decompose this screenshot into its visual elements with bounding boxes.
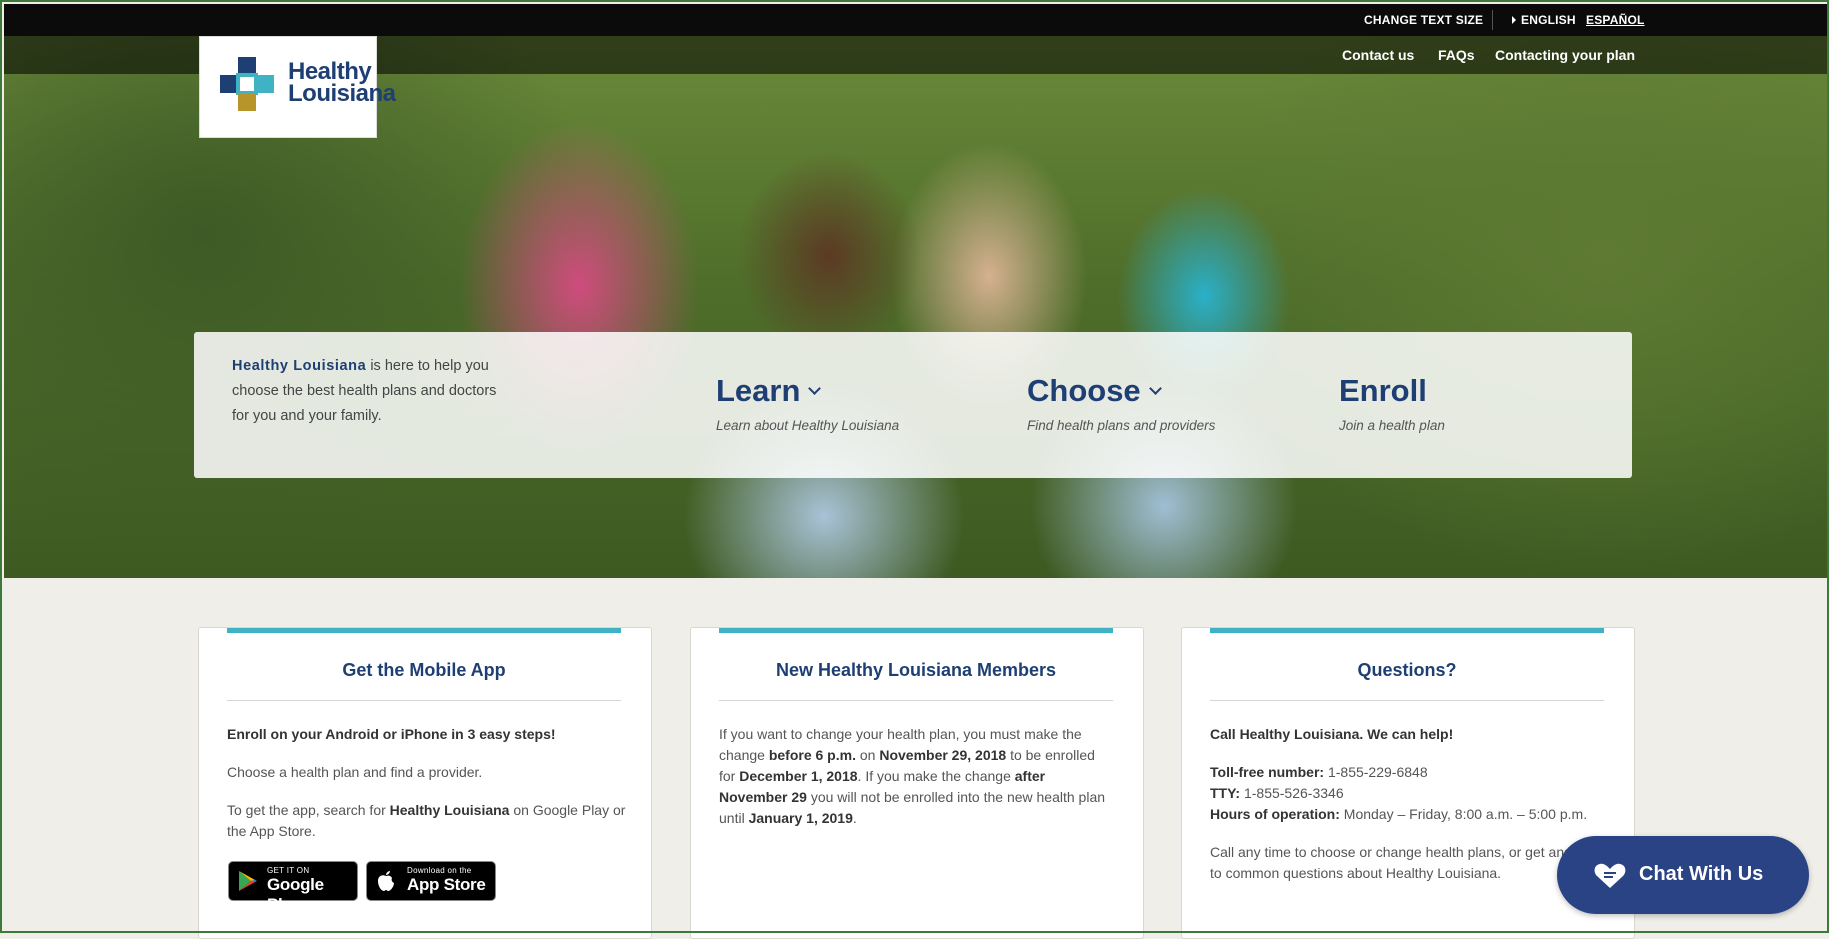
app-store-badge[interactable]: Download on the App Store (366, 861, 496, 901)
card-title: New Healthy Louisiana Members (775, 660, 1057, 680)
nav-contacting-your-plan[interactable]: Contacting your plan (1495, 47, 1635, 63)
mobile-app-intro: Enroll on your Android or iPhone in 3 ea… (227, 726, 556, 742)
card-title: Get the Mobile App (342, 660, 506, 680)
google-play-icon (239, 871, 257, 891)
change-text-size-link[interactable]: CHANGE TEXT SIZE (1364, 13, 1483, 27)
card-body: If you want to change your health plan, … (719, 724, 1115, 846)
card-title: Questions? (1357, 660, 1457, 680)
chat-label: Chat With Us (1639, 863, 1764, 885)
chevron-down-icon (1148, 382, 1162, 395)
app-store-small-text: Download on the (407, 866, 472, 875)
panel-intro-text: Healthy Louisiana is here to help you ch… (232, 354, 502, 429)
new-members-text: If you want to change your health plan, … (719, 726, 1106, 826)
step-learn-subtitle: Learn about Healthy Louisiana (716, 418, 900, 433)
card-divider (719, 700, 1113, 701)
caret-right-icon (1512, 16, 1516, 24)
heart-chat-icon (1594, 863, 1626, 888)
utility-bar: CHANGE TEXT SIZE ENGLISH ESPAÑOL (4, 4, 1827, 36)
nav-faqs[interactable]: FAQs (1438, 47, 1475, 63)
healthy-louisiana-cross-icon (220, 57, 274, 111)
nav-contact-us[interactable]: Contact us (1342, 47, 1414, 63)
card-body: Call Healthy Louisiana. We can help! Tol… (1210, 724, 1610, 901)
card-mobile-app: Get the Mobile App Enroll on your Androi… (198, 627, 652, 939)
questions-help-text: Call any time to choose or change health… (1210, 844, 1601, 881)
tty-number[interactable]: 1-855-526-3346 (1240, 785, 1344, 801)
google-play-small-text: GET IT ON (267, 866, 310, 875)
card-accent-bar (1210, 628, 1604, 633)
questions-call: Call Healthy Louisiana. We can help! (1210, 726, 1454, 742)
card-body: Enroll on your Android or iPhone in 3 ea… (227, 724, 627, 859)
site-logo[interactable]: Healthy Louisiana (199, 36, 396, 138)
step-enroll-subtitle: Join a health plan (1339, 418, 1445, 433)
card-divider (1210, 700, 1604, 701)
hero-banner: Contact us FAQs Contacting your plan Hea… (4, 36, 1827, 578)
chevron-down-icon (808, 382, 822, 395)
card-accent-bar (719, 628, 1113, 633)
logo-line-2: Louisiana (288, 80, 396, 107)
step-choose-title: Choose (1027, 373, 1141, 408)
step-choose[interactable]: Choose Find health plans and providers (1027, 373, 1216, 434)
language-espanol-link[interactable]: ESPAÑOL (1586, 13, 1645, 27)
tollfree-number[interactable]: 1-855-229-6848 (1324, 764, 1428, 780)
step-choose-subtitle: Find health plans and providers (1027, 418, 1216, 433)
card-divider (227, 700, 621, 701)
step-enroll-title: Enroll (1339, 373, 1427, 408)
apple-icon (378, 871, 394, 891)
app-store-big-text: App Store (407, 875, 486, 894)
chat-with-us-button[interactable]: Chat With Us (1557, 836, 1809, 914)
google-play-badge[interactable]: GET IT ON Google Play (228, 861, 358, 914)
google-play-big-text: Google Play (267, 875, 324, 914)
contact-details: Toll-free number: 1-855-229-6848 TTY: 1-… (1210, 764, 1588, 822)
step-learn-title: Learn (716, 373, 801, 408)
intro-brand: Healthy Louisiana (232, 358, 367, 374)
logo-wordmark: Healthy Louisiana (288, 60, 396, 107)
step-learn[interactable]: Learn Learn about Healthy Louisiana (716, 373, 900, 434)
card-accent-bar (227, 628, 621, 633)
utility-divider (1492, 10, 1493, 30)
hero-info-panel: Healthy Louisiana is here to help you ch… (194, 332, 1632, 478)
language-english-link[interactable]: ENGLISH (1521, 13, 1576, 27)
mobile-app-step: Choose a health plan and find a provider… (227, 764, 483, 780)
card-new-members: New Healthy Louisiana Members If you wan… (690, 627, 1144, 939)
mobile-app-instructions: To get the app, search for Healthy Louis… (227, 802, 626, 839)
step-enroll[interactable]: Enroll Join a health plan (1339, 373, 1445, 434)
